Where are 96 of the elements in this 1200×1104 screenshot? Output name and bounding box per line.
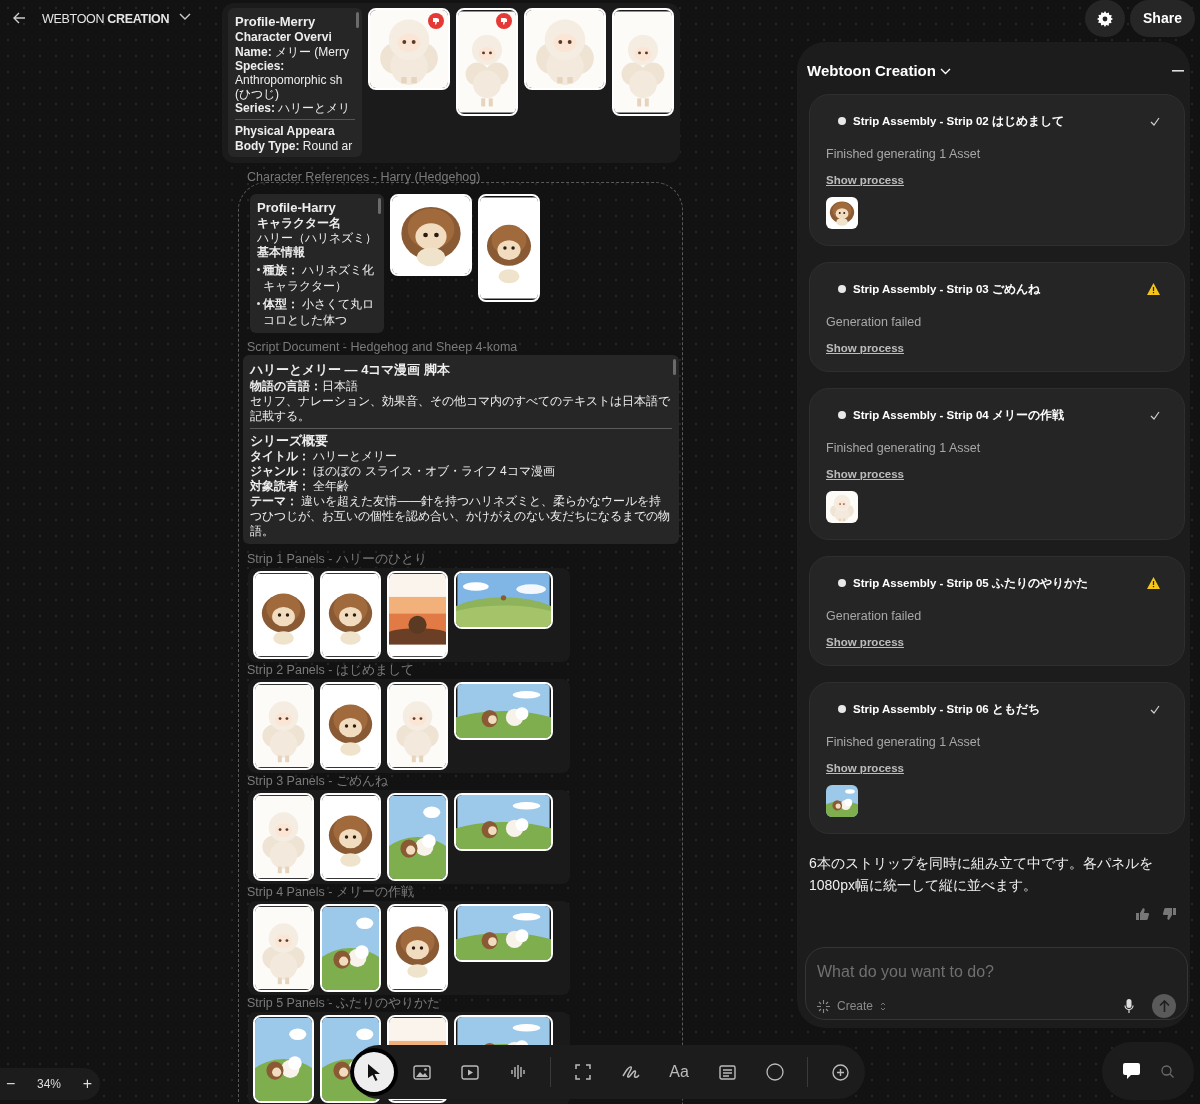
pointer-tool-button[interactable] [354, 1052, 394, 1092]
bullet-icon [838, 705, 846, 713]
chat-icon[interactable] [1122, 1063, 1140, 1079]
panel-title: Webtoon Creation [807, 62, 936, 80]
document-card[interactable] [243, 355, 679, 544]
body-text: セリフ、ナレーション、効果音、その他コマ内のすべてのテキストは日本語で記載する。 [250, 394, 671, 424]
field-text: Series: ハリーとメリ [235, 101, 352, 115]
show-process-link[interactable]: Show process [826, 762, 904, 774]
sparkle-icon [817, 999, 830, 1013]
body-text: Anthropomorphic sh [235, 73, 344, 87]
text-tool-button[interactable]: Aa [659, 1052, 699, 1092]
bullet-icon [838, 579, 846, 587]
image-icon [413, 1064, 431, 1080]
task-status-text: Generation failed [826, 314, 923, 330]
profile-card[interactable]: Profile-Merry Character Overvi Name: メリー (Merry Species: Anthropomorphic sh (ひつじ) Series: ハリーとメリ Physical Appeara Body Type: Round ar [228, 8, 362, 157]
section-heading: Character Overvi [235, 30, 333, 45]
strip-group[interactable] [248, 679, 570, 773]
prompt-input[interactable]: What do you want to do? [817, 960, 1176, 984]
task-title: Strip Assembly - Strip 05 ふたりのやりかた [853, 576, 1088, 590]
task-title: Strip Assembly - Strip 06 ともだち [853, 702, 1040, 716]
bullet-icon [838, 285, 846, 293]
assistant-message: 6本のストリップを同時に組み立て中です。各パネルを1080px幅に統一して縦に並べます。 [809, 854, 1154, 895]
strip-label: Strip 1 Panels - ハリーのひとり [247, 552, 427, 567]
document-title: ハリーとメリー — 4コマ漫画 脚本 [250, 361, 452, 379]
task-status-text: Finished generating 1 Asset [826, 440, 982, 456]
strip-label: Strip 5 Panels - ふたりのやりかた [247, 996, 440, 1011]
send-button[interactable] [1152, 994, 1176, 1018]
profile-title: Profile-Harry [257, 199, 337, 216]
field-text: 物語の言語：日本語 [250, 379, 359, 394]
settings-icon [1097, 10, 1113, 27]
updown-chevron-icon [880, 1001, 887, 1011]
share-button[interactable]: Share [1130, 0, 1195, 37]
scrollbar[interactable] [378, 198, 381, 214]
mode-selector[interactable]: Create [817, 997, 887, 1015]
show-process-link[interactable]: Show process [826, 636, 904, 648]
circle-shape-icon [766, 1063, 784, 1081]
strip-label: Strip 2 Panels - はじめまして [247, 663, 414, 678]
body-text: ハリー（ハリネズミ） [257, 231, 377, 245]
strip-label: Strip 4 Panels - メリーの作戦 [247, 885, 414, 900]
bullet-text: 体型： 小さくて丸ロコロとした体つ [263, 296, 376, 328]
bullet-icon [257, 268, 260, 271]
task-title: Strip Assembly - Strip 02 はじめまして [853, 114, 1064, 128]
show-process-link[interactable]: Show process [826, 174, 904, 186]
note-icon [718, 1064, 736, 1080]
section-heading: Physical Appeara [235, 124, 336, 139]
strip-group[interactable] [248, 901, 570, 995]
scrollbar[interactable] [356, 12, 359, 28]
task-title: Strip Assembly - Strip 03 ごめんね [853, 282, 1040, 296]
search-icon[interactable] [1160, 1064, 1174, 1078]
prompt-box[interactable]: What do you want to do? Create [805, 947, 1188, 1020]
show-process-link[interactable]: Show process [826, 342, 904, 354]
zoom-in-button[interactable]: + [80, 1072, 94, 1096]
field-text: Body Type: Round ar [235, 139, 354, 153]
section-heading: キャラクター名 [257, 216, 342, 231]
back-arrow-icon[interactable] [12, 11, 26, 25]
pen-scribble-icon [622, 1064, 640, 1080]
section-heading: 基本情報 [257, 245, 306, 260]
field-text: ジャンル： ほのぼの スライス・オブ・ライフ 4コマ漫画 [250, 464, 556, 479]
project-title[interactable]: WEBTOON CREATION [42, 10, 170, 29]
frame-label: Character References - Harry (Hedgehog) [247, 169, 481, 186]
bullet-text: 種族： ハリネズミ化キャラクター） [263, 262, 376, 294]
body-text: (ひつじ) [235, 87, 280, 101]
thumbs-up-icon[interactable] [1136, 908, 1149, 920]
settings-button[interactable] [1085, 0, 1125, 37]
field-text: タイトル： ハリーとメリー [250, 449, 399, 464]
strip-label: Strip 3 Panels - ごめんね [247, 774, 388, 789]
task-title: Strip Assembly - Strip 04 メリーの作戦 [853, 408, 1064, 422]
profile-title: Profile-Merry [235, 13, 317, 30]
chevron-down-icon[interactable] [179, 13, 191, 21]
zoom-level: 34% [37, 1076, 61, 1093]
field-text: Name: メリー (Merry [235, 45, 350, 59]
pointer-icon [367, 1063, 381, 1081]
zoom-out-button[interactable]: − [4, 1072, 18, 1096]
task-status-text: Finished generating 1 Asset [826, 734, 982, 750]
section-heading: シリーズ概要 [250, 433, 329, 449]
field-text: Species: [235, 59, 286, 73]
arrow-up-icon [1158, 1000, 1170, 1012]
microphone-icon[interactable] [1124, 999, 1134, 1013]
add-icon [831, 1063, 849, 1081]
strip-group[interactable] [248, 568, 570, 662]
bullet-icon [838, 117, 846, 125]
field-text: テーマ： 違いを超えた友情——針を持つハリネズミと、柔らかなウールを持つひつじが、お互いの個性を認め合い、かけがえのない友だちになるまでの物語。 [250, 494, 671, 539]
bullet-icon [838, 411, 846, 419]
frame-icon [575, 1064, 591, 1080]
bullet-icon [257, 302, 260, 305]
show-process-link[interactable]: Show process [826, 468, 904, 480]
task-status-text: Generation failed [826, 608, 923, 624]
strip-group[interactable] [248, 790, 570, 884]
frame-label: Script Document - Hedgehog and Sheep 4-koma [247, 339, 518, 356]
scrollbar[interactable] [673, 359, 676, 375]
thumbs-down-icon[interactable] [1163, 908, 1176, 920]
profile-card[interactable]: Profile-Harry キャラクター名 ハリー（ハリネズミ） 基本情報 種族： ハリネズミ化キャラクター） 体型： 小さくて丸ロコロとした体つ [250, 194, 384, 333]
task-status-text: Finished generating 1 Asset [826, 146, 982, 162]
waveform-icon [510, 1064, 526, 1080]
field-text: 対象読者： 全年齢 [250, 479, 351, 494]
play-icon [461, 1064, 479, 1080]
